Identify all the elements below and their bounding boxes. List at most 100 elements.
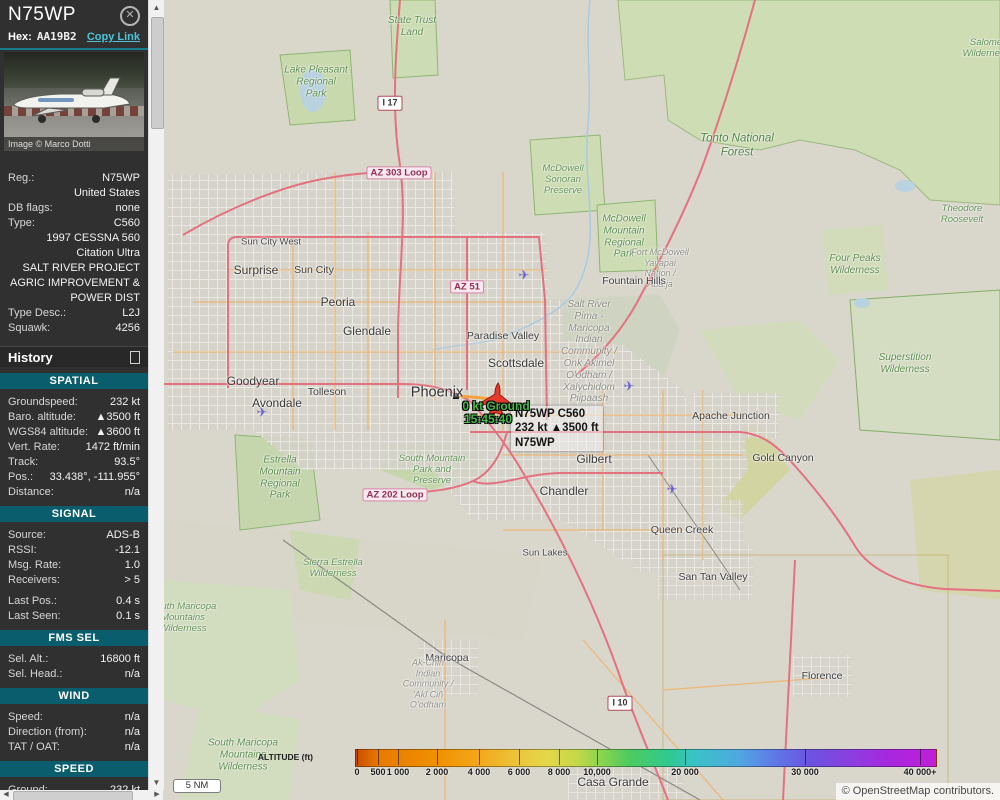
openstreetmap-link[interactable]: OpenStreetMap [853, 785, 931, 797]
row-label: Baro. altitude: [8, 411, 76, 423]
row-value: 232 kt [110, 396, 140, 408]
data-row: RSSI: -12.1 [8, 543, 140, 558]
data-row: 1997 CESSNA 560 Citation Ultra [8, 231, 140, 261]
row-value: N75WP [102, 172, 140, 184]
row-label: Squawk: [8, 322, 51, 334]
data-row: Ground: 232 kt [8, 783, 140, 790]
row-value: 232 kt [110, 784, 140, 790]
sidebar-header: N75WP ✕ Hex: AA19B2 Copy Link [0, 0, 148, 43]
row-value: ADS-B [106, 529, 140, 541]
row-value: none [115, 202, 140, 214]
vertical-scroll-thumb[interactable] [151, 17, 164, 129]
row-label: Msg. Rate: [8, 559, 62, 571]
row-label: Ground: [8, 784, 48, 790]
data-row: Last Seen: 0.1 s [8, 609, 140, 624]
section-header-spatial: SPATIAL [0, 373, 148, 389]
row-value: -12.1 [114, 544, 140, 556]
data-row: DB flags: none [8, 201, 140, 216]
row-value: 0.4 s [116, 595, 140, 607]
row-value: n/a [124, 711, 140, 723]
row-value: n/a [124, 486, 140, 498]
row-value: SALT RIVER PROJECT AGRIC IMPROVEMENT & P… [10, 262, 140, 304]
data-row: United States [8, 186, 140, 201]
trail-label-speed: 0 kt Ground [462, 399, 530, 413]
attribution-prefix: © [841, 785, 850, 797]
map-base-layer [163, 0, 1000, 800]
history-header[interactable]: History [0, 346, 148, 367]
row-value: 1997 CESSNA 560 Citation Ultra [46, 232, 140, 259]
row-label: Last Pos.: [8, 595, 57, 607]
data-row: Source: ADS-B [8, 528, 140, 543]
section-header-fms-sel: FMS SEL [0, 630, 148, 646]
sidebar-vertical-scrollbar[interactable]: ▲ ▼ [148, 0, 164, 790]
scroll-right-icon[interactable]: ▶ [151, 790, 163, 800]
aircraft-silhouette [13, 77, 131, 123]
sidebar-horizontal-scrollbar[interactable]: ◀ ▶ [0, 790, 163, 800]
map-canvas[interactable]: State Trust Land Lake Pleasant Regional P… [163, 0, 1000, 800]
flight-tracker-app: N75WP ✕ Hex: AA19B2 Copy Link Image © Ma… [0, 0, 1000, 800]
row-label: Pos.: [8, 471, 34, 483]
aircraft-photo[interactable]: Image © Marco Dotti [4, 52, 144, 151]
row-label: Sel. Head.: [8, 668, 63, 680]
hex-value: AA19B2 [36, 30, 77, 43]
popout-icon[interactable] [130, 350, 140, 364]
hex-label: Hex: [8, 31, 32, 43]
section-header-wind: WIND [0, 688, 148, 704]
row-value: C560 [113, 217, 140, 229]
close-icon[interactable]: ✕ [120, 6, 140, 26]
data-row: SALT RIVER PROJECT AGRIC IMPROVEMENT & P… [8, 261, 140, 306]
data-row: Last Pos.: 0.4 s [8, 594, 140, 609]
scroll-down-icon[interactable]: ▼ [149, 775, 164, 790]
row-label: Type Desc.: [8, 307, 67, 319]
row-value: 0.1 s [116, 610, 140, 622]
row-label: Distance: [8, 486, 54, 498]
row-label: Direction (from): [8, 726, 87, 738]
history-label: History [8, 349, 53, 365]
data-row: Direction (from): n/a [8, 725, 140, 740]
attribution-suffix: contributors. [933, 785, 994, 797]
horizontal-scroll-thumb[interactable] [13, 791, 133, 800]
row-label: Groundspeed: [8, 396, 78, 408]
row-value: 4256 [115, 322, 140, 334]
row-label: Source: [8, 529, 46, 541]
row-label: RSSI: [8, 544, 37, 556]
data-row: Groundspeed: 232 kt [8, 395, 140, 410]
row-label: WGS84 altitude: [8, 426, 89, 438]
data-row: Sel. Alt.: 16800 ft [8, 652, 140, 667]
row-label: Speed: [8, 711, 43, 723]
scroll-up-icon[interactable]: ▲ [149, 0, 164, 15]
row-label: Type: [8, 217, 35, 229]
data-row: Distance: n/a [8, 485, 140, 500]
data-row: TAT / OAT: n/a [8, 740, 140, 755]
data-row: WGS84 altitude: ▲3600 ft [8, 425, 140, 440]
data-row: Baro. altitude: ▲3500 ft [8, 410, 140, 425]
row-label: Vert. Rate: [8, 441, 60, 453]
row-label: Receivers: [8, 574, 60, 586]
callout-line-2: 232 kt ▲3500 ft [515, 422, 599, 435]
row-value: > 5 [124, 574, 140, 586]
section-rows: Ground:232 ktTrue:n/aIndicated:n/a [0, 783, 148, 790]
data-row: Speed: n/a [8, 710, 140, 725]
row-label: Sel. Alt.: [8, 653, 49, 665]
data-row: Reg.: N75WP [8, 171, 140, 186]
data-row: Vert. Rate: 1472 ft/min [8, 440, 140, 455]
trail-label-time: 15:45:40 [463, 412, 513, 426]
section-rows: Groundspeed: 232 kt Baro. altitude: ▲3500 f… [0, 395, 148, 500]
copy-link-button[interactable]: Copy Link [87, 31, 140, 43]
data-row: Type Desc.: L2J [8, 306, 140, 321]
row-label: Last Seen: [8, 610, 61, 622]
row-label: Track: [8, 456, 39, 468]
section-rows: Source: ADS-B RSSI: -12.1 Msg. Rate: 1.0 Recei… [0, 528, 148, 624]
divider [0, 48, 148, 50]
row-label: Reg.: [8, 172, 35, 184]
row-value: n/a [124, 668, 140, 680]
scroll-left-icon[interactable]: ◀ [0, 790, 12, 800]
section-rows: Speed: n/a Direction (from): n/a TAT / OAT: n… [0, 710, 148, 755]
data-row: Pos.: 33.438°, -111.955° [8, 470, 140, 485]
row-value: ▲3500 ft [95, 411, 140, 423]
data-row: Squawk: 4256 [8, 321, 140, 336]
aircraft-info-rows: Reg.: N75WP United States DB flags: none Type… [0, 151, 148, 338]
callout-line-3: N75WP [515, 436, 555, 449]
aircraft-info-sidebar: N75WP ✕ Hex: AA19B2 Copy Link Image © Ma… [0, 0, 148, 790]
data-row: Type: C560 [8, 216, 140, 231]
